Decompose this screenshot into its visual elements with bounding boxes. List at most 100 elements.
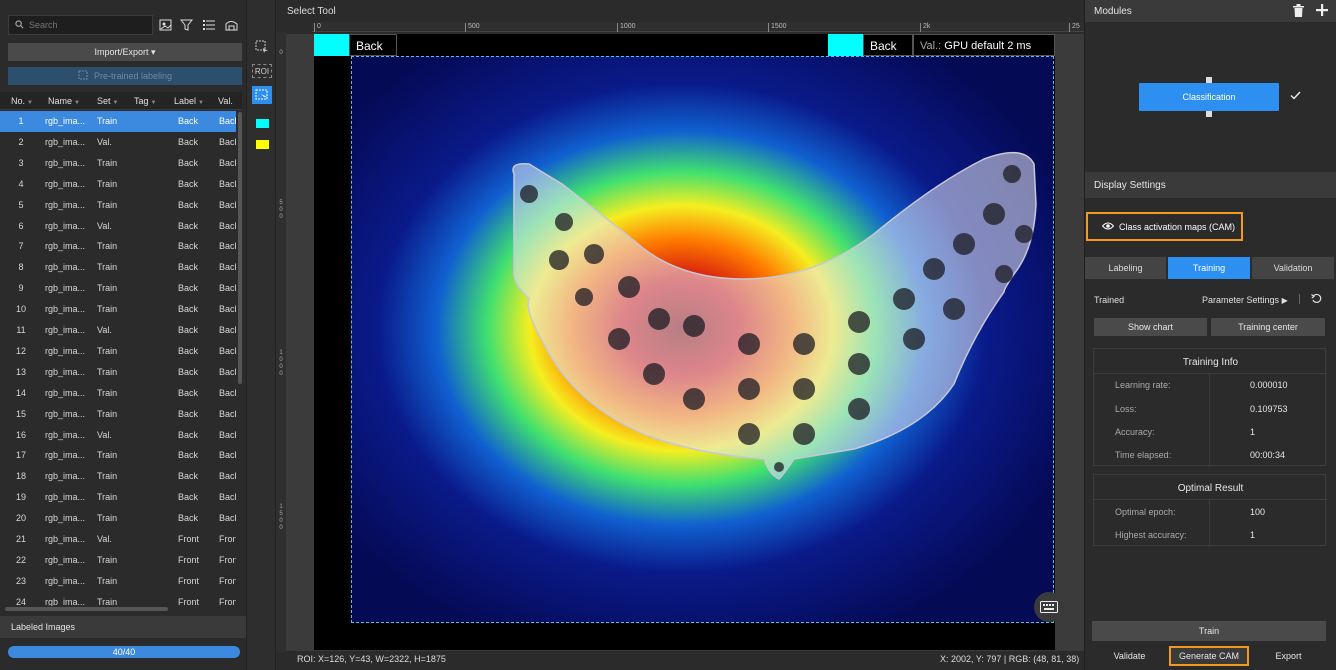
cell-name: rgb_ima... <box>45 220 86 231</box>
divider <box>1299 294 1300 304</box>
cell-label: Back <box>178 178 199 189</box>
column-header-no[interactable]: No. ▼ <box>11 92 33 110</box>
table-row[interactable]: 1 rgb_ima... Train Back Back <box>0 111 236 132</box>
search-field[interactable] <box>8 15 153 35</box>
info-label: Loss: <box>1115 404 1137 414</box>
parameter-settings-link[interactable]: Parameter Settings ▶ <box>1202 295 1288 305</box>
generate-cam-button[interactable]: Generate CAM <box>1169 646 1249 666</box>
table-row[interactable]: 4 rgb_ima... Train Back Back <box>0 174 236 195</box>
cam-toggle[interactable]: Class activation maps (CAM) <box>1086 212 1243 241</box>
cell-set: Train <box>97 178 118 189</box>
table-row[interactable]: 7 rgb_ima... Train Back Back <box>0 236 236 257</box>
training-center-button[interactable]: Training center <box>1211 318 1325 336</box>
table-row[interactable]: 10 rgb_ima... Train Back Back <box>0 299 236 320</box>
column-header-val[interactable]: Val. <box>218 92 233 110</box>
table-row[interactable]: 8 rgb_ima... Train Back Back <box>0 257 236 278</box>
table-row[interactable]: 17 rgb_ima... Train Back Back <box>0 445 236 466</box>
import-export-button[interactable]: Import/Export ▾ <box>8 43 242 61</box>
show-chart-button[interactable]: Show chart <box>1094 318 1207 336</box>
cell-name: rgb_ima... <box>45 304 86 315</box>
column-header-set[interactable]: Set ▼ <box>97 92 118 110</box>
roi-tool[interactable]: ROI <box>252 64 272 78</box>
cell-set: Train <box>97 345 118 356</box>
labeled-progress-bar: 40/40 <box>8 646 240 658</box>
table-vertical-scrollbar[interactable] <box>238 112 242 384</box>
trash-icon[interactable] <box>1292 4 1306 18</box>
table-row[interactable]: 13 rgb_ima... Train Back Back <box>0 362 236 383</box>
cell-val: Front <box>219 575 236 586</box>
column-header-label[interactable]: Label ▼ <box>174 92 204 110</box>
cell-name: rgb_ima... <box>45 157 86 168</box>
table-row[interactable]: 15 rgb_ima... Train Back Back <box>0 404 236 425</box>
horizontal-ruler: 0 500 1000 1500 2k 25 <box>312 22 1084 32</box>
training-info-title: Training Info <box>1182 357 1239 368</box>
select-tool-button[interactable] <box>252 86 272 104</box>
table-row[interactable]: 20 rgb_ima... Train Back Back <box>0 508 236 529</box>
right-label-color-swatch <box>828 34 863 56</box>
cell-label: Back <box>178 157 199 168</box>
column-header-tag[interactable]: Tag ▼ <box>134 92 156 110</box>
yellow-label-color[interactable] <box>252 135 272 153</box>
train-button[interactable]: Train <box>1092 621 1326 641</box>
cyan-label-color[interactable] <box>252 114 272 132</box>
cell-label: Back <box>178 241 199 252</box>
pretrained-labeling-button[interactable]: Pre-trained labeling <box>8 67 242 85</box>
tab-validation[interactable]: Validation <box>1252 257 1334 279</box>
table-horizontal-scrollbar[interactable] <box>5 607 168 611</box>
export-button[interactable]: Export <box>1251 646 1326 666</box>
select-region-icon[interactable] <box>252 38 272 56</box>
table-row[interactable]: 5 rgb_ima... Train Back Back <box>0 195 236 216</box>
val-prefix: Val.: <box>920 40 942 52</box>
cell-val: Front <box>219 554 236 565</box>
cell-set: Val. <box>97 534 112 544</box>
optimal-result-box: Optimal Result Optimal epoch: 100 Highes… <box>1093 474 1327 547</box>
table-row[interactable]: 16 rgb_ima... Val. Back Back <box>0 425 236 446</box>
cell-set: Val. <box>97 136 112 147</box>
camera-icon[interactable] <box>223 17 239 33</box>
table-row[interactable]: 21 rgb_ima... Val. Front Front <box>0 529 236 550</box>
image-filter-icon[interactable] <box>158 17 174 33</box>
table-row[interactable]: 14 rgb_ima... Train Back Back <box>0 383 236 404</box>
left-label-color-swatch <box>314 34 349 56</box>
validate-button[interactable]: Validate <box>1092 646 1167 666</box>
search-input[interactable] <box>29 20 144 30</box>
pretrained-label: Pre-trained labeling <box>93 71 173 81</box>
right-label-tag: Back <box>863 34 913 56</box>
table-row[interactable]: 6 rgb_ima... Val. Back Back <box>0 216 236 237</box>
cell-label: Back <box>178 471 199 482</box>
cell-set: Train <box>97 387 118 398</box>
filter-icon[interactable] <box>179 17 195 33</box>
cell-set: Train <box>97 450 118 461</box>
list-view-icon[interactable] <box>201 17 217 33</box>
table-row[interactable]: 24 rgb_ima... Train Front Front <box>0 592 236 606</box>
table-row[interactable]: 9 rgb_ima... Train Back Back <box>0 278 236 299</box>
eye-icon <box>1101 222 1115 232</box>
canvas-header <box>276 0 1084 22</box>
table-row[interactable]: 22 rgb_ima... Train Front Front <box>0 550 236 571</box>
table-row[interactable]: 11 rgb_ima... Val. Back Back <box>0 320 236 341</box>
classification-module-node[interactable]: Classification <box>1139 83 1279 111</box>
cell-no: 14 <box>15 387 26 398</box>
column-header-name[interactable]: Name ▼ <box>48 92 80 110</box>
add-icon[interactable] <box>1315 3 1329 17</box>
node-output-port[interactable] <box>1206 111 1212 117</box>
cell-name: rgb_ima... <box>45 596 86 606</box>
cell-val: Back <box>219 471 236 482</box>
table-row[interactable]: 18 rgb_ima... Train Back Back <box>0 466 236 487</box>
table-row[interactable]: 23 rgb_ima... Train Front Front <box>0 571 236 592</box>
table-row[interactable]: 12 rgb_ima... Train Back Back <box>0 341 236 362</box>
tab-training[interactable]: Training <box>1168 257 1250 279</box>
roi-rectangle[interactable] <box>351 56 1054 623</box>
cell-name: rgb_ima... <box>45 492 86 503</box>
tab-labeling[interactable]: Labeling <box>1085 257 1166 279</box>
cell-set: Train <box>97 596 118 606</box>
table-row[interactable]: 19 rgb_ima... Train Back Back <box>0 487 236 508</box>
table-row[interactable]: 2 rgb_ima... Val. Back Back <box>0 132 236 153</box>
table-row[interactable]: 3 rgb_ima... Train Back Back <box>0 153 236 174</box>
left-label-tag: Back <box>349 34 397 56</box>
auto-label-icon <box>78 70 88 82</box>
cell-name: rgb_ima... <box>45 178 86 189</box>
reset-icon[interactable] <box>1311 293 1323 305</box>
cell-name: rgb_ima... <box>45 387 86 398</box>
keyboard-icon[interactable] <box>1034 592 1064 622</box>
